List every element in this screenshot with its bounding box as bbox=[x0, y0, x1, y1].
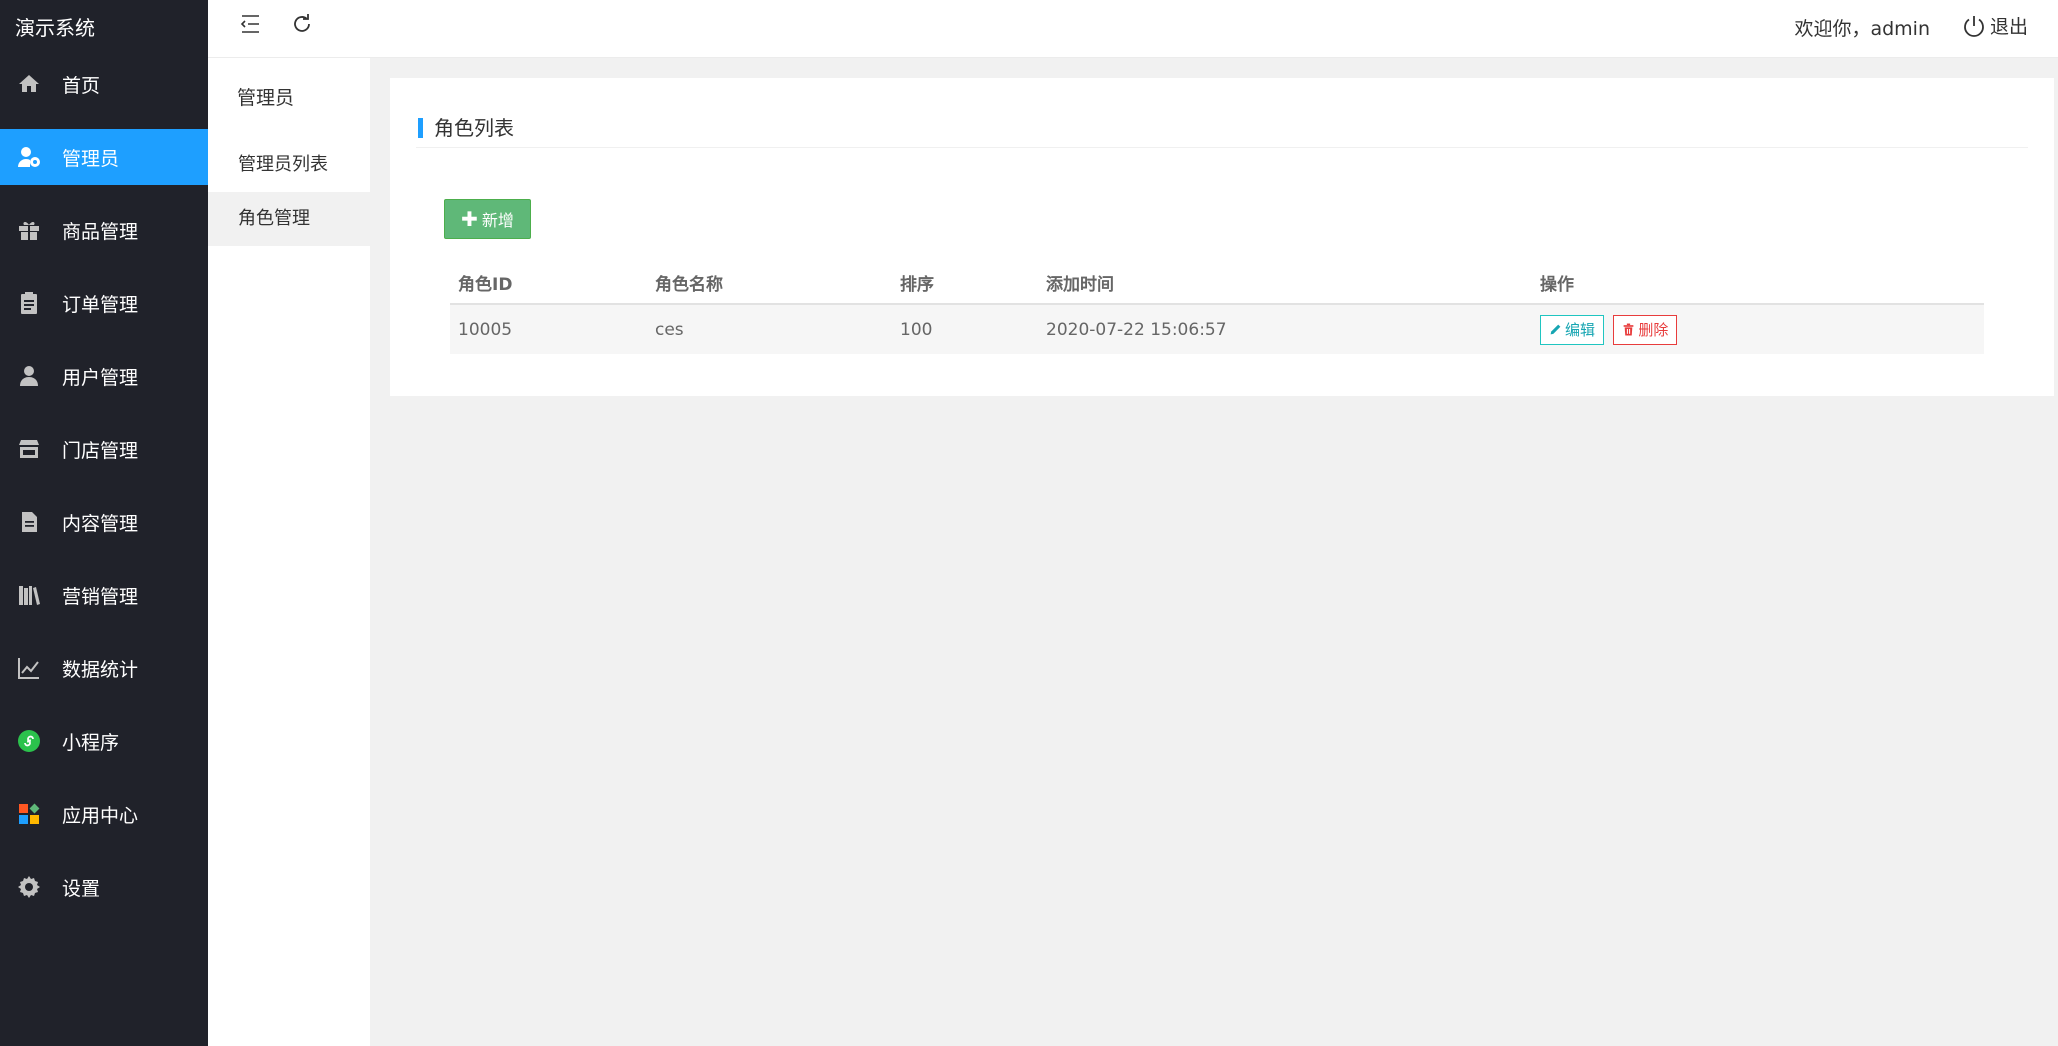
app-title: 演示系统 bbox=[15, 16, 95, 40]
table-header-row: 角色ID 角色名称 排序 添加时间 操作 bbox=[450, 262, 1984, 305]
sidebar-item-users[interactable]: 用户管理 bbox=[0, 348, 208, 404]
subnav-item-admin-list[interactable]: 管理员列表 bbox=[208, 138, 370, 192]
delete-button[interactable]: 删除 bbox=[1613, 314, 1678, 345]
add-role-button[interactable]: ✚ 新增 bbox=[444, 199, 531, 239]
plus-icon: ✚ bbox=[461, 207, 478, 231]
sidebar-item-orders[interactable]: 订单管理 bbox=[0, 275, 208, 331]
column-header-role-name: 角色名称 bbox=[647, 262, 892, 305]
column-header-added-time: 添加时间 bbox=[1038, 262, 1532, 305]
add-button-label: 新增 bbox=[481, 211, 514, 230]
sidebar-item-label: 订单管理 bbox=[62, 293, 139, 316]
sub-sidebar-title: 管理员 bbox=[237, 87, 295, 109]
logout-button[interactable]: 退出 bbox=[1962, 12, 2028, 39]
column-header-sort: 排序 bbox=[892, 262, 1038, 305]
cell-role-name: ces bbox=[647, 304, 892, 354]
sidebar-item-label: 门店管理 bbox=[62, 439, 139, 462]
role-list-card: 角色列表 ✚ 新增 角色ID 角色名称 排序 添加时间 操作 10005 ces bbox=[390, 78, 2054, 396]
delete-label: 删除 bbox=[1638, 321, 1669, 339]
document-icon bbox=[16, 509, 42, 535]
cell-role-id: 10005 bbox=[450, 304, 647, 354]
store-icon bbox=[16, 436, 42, 462]
sidebar-item-statistics[interactable]: 数据统计 bbox=[0, 640, 208, 696]
gear-icon bbox=[16, 874, 42, 900]
sidebar-item-label: 小程序 bbox=[62, 731, 120, 754]
sidebar-item-settings[interactable]: 设置 bbox=[0, 859, 208, 915]
mini-program-icon bbox=[16, 728, 42, 754]
user-icon bbox=[16, 363, 42, 389]
clipboard-icon bbox=[16, 290, 42, 316]
sidebar-item-home[interactable]: 首页 bbox=[0, 56, 208, 112]
line-chart-icon bbox=[16, 655, 42, 681]
sidebar-item-label: 用户管理 bbox=[62, 366, 139, 389]
sidebar-item-apps[interactable]: 应用中心 bbox=[0, 786, 208, 842]
app: 演示系统 首页 管理员 商品管理 订单管理 用户管理 门店管理 内容管理 营销管… bbox=[0, 0, 2058, 1046]
subnav-item-role-management[interactable]: 角色管理 bbox=[208, 192, 370, 246]
role-table: 角色ID 角色名称 排序 添加时间 操作 10005 ces 100 2020-… bbox=[450, 262, 1984, 354]
sidebar-item-label: 内容管理 bbox=[62, 512, 139, 535]
sidebar-nav: 首页 管理员 商品管理 订单管理 用户管理 门店管理 内容管理 营销管理 数据统… bbox=[0, 56, 208, 915]
books-icon bbox=[16, 582, 42, 608]
column-header-role-id: 角色ID bbox=[450, 262, 647, 305]
logout-label: 退出 bbox=[1989, 16, 2028, 38]
title-accent-bar bbox=[418, 118, 423, 138]
sub-sidebar: 管理员 管理员列表 角色管理 bbox=[208, 58, 370, 1046]
admin-user-icon bbox=[16, 144, 42, 170]
sidebar-item-label: 应用中心 bbox=[62, 804, 139, 827]
edit-button[interactable]: 编辑 bbox=[1540, 314, 1605, 345]
card-title: 角色列表 bbox=[434, 116, 514, 140]
sidebar-item-marketing[interactable]: 营销管理 bbox=[0, 567, 208, 623]
sidebar-item-label: 营销管理 bbox=[62, 585, 139, 608]
table-row: 10005 ces 100 2020-07-22 15:06:57 编辑 删除 bbox=[450, 304, 1984, 354]
apps-icon bbox=[16, 801, 42, 827]
sidebar: 演示系统 首页 管理员 商品管理 订单管理 用户管理 门店管理 内容管理 营销管… bbox=[0, 0, 208, 1046]
edit-label: 编辑 bbox=[1565, 321, 1596, 339]
top-header: 欢迎你，admin 退出 bbox=[208, 0, 2058, 58]
pencil-icon bbox=[1550, 324, 1561, 335]
sidebar-item-products[interactable]: 商品管理 bbox=[0, 202, 208, 258]
sidebar-item-content[interactable]: 内容管理 bbox=[0, 494, 208, 550]
collapse-menu-icon[interactable] bbox=[238, 12, 266, 40]
home-icon bbox=[16, 71, 42, 97]
sidebar-item-label: 首页 bbox=[62, 74, 101, 97]
welcome-text: 欢迎你，admin bbox=[1794, 18, 1930, 40]
sidebar-item-label: 设置 bbox=[62, 877, 101, 900]
sidebar-item-stores[interactable]: 门店管理 bbox=[0, 421, 208, 477]
sidebar-item-label: 数据统计 bbox=[62, 658, 139, 681]
cell-actions: 编辑 删除 bbox=[1532, 304, 1984, 354]
sidebar-item-label: 商品管理 bbox=[62, 220, 139, 243]
sidebar-item-admin[interactable]: 管理员 bbox=[0, 129, 208, 185]
refresh-icon[interactable] bbox=[290, 12, 318, 40]
power-icon bbox=[1964, 15, 1984, 37]
trash-icon bbox=[1624, 323, 1634, 336]
card-header: 角色列表 bbox=[416, 112, 2028, 148]
sidebar-item-label: 管理员 bbox=[62, 147, 120, 170]
cell-added-time: 2020-07-22 15:06:57 bbox=[1038, 304, 1532, 354]
gift-icon bbox=[16, 217, 42, 243]
cell-sort: 100 bbox=[892, 304, 1038, 354]
column-header-actions: 操作 bbox=[1532, 262, 1984, 305]
sidebar-item-miniprogram[interactable]: 小程序 bbox=[0, 713, 208, 769]
